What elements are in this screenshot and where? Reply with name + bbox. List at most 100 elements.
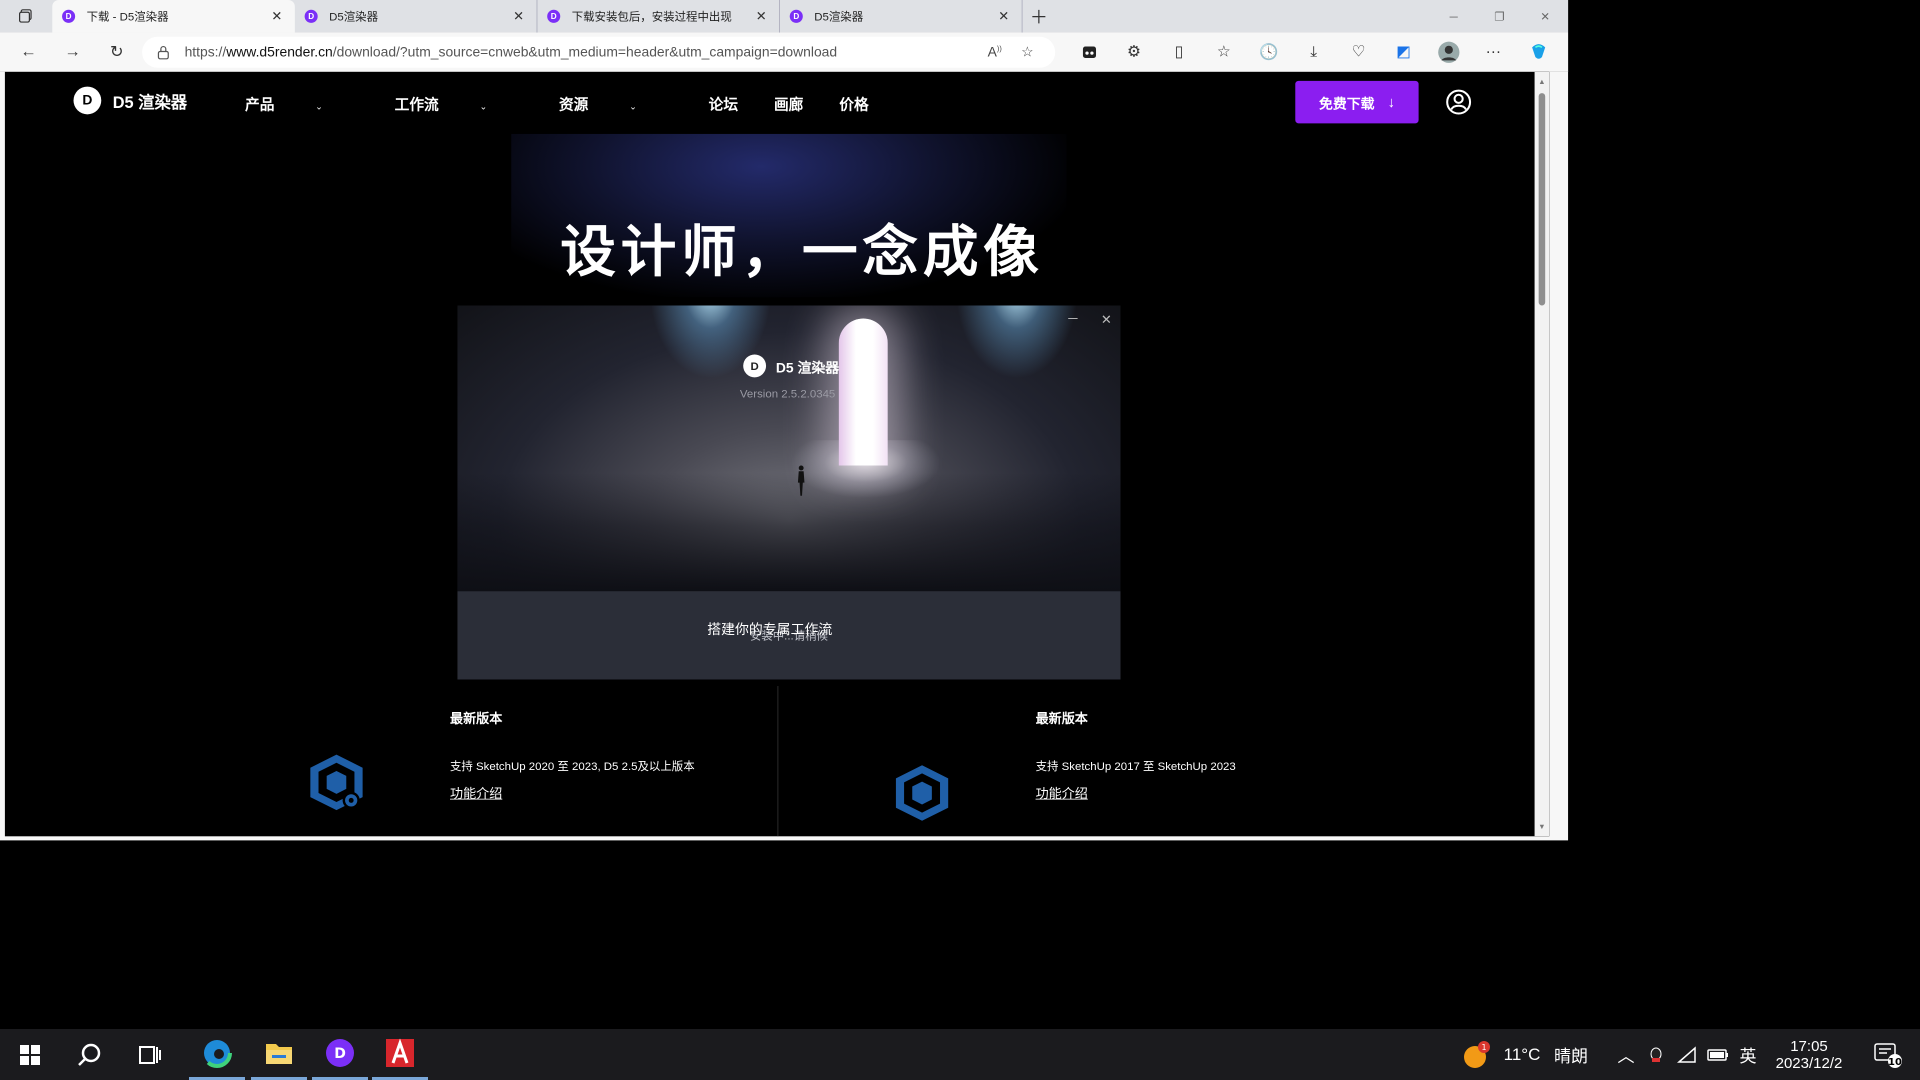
installer-splash-image <box>457 305 1121 592</box>
weather-icon[interactable]: 1 <box>1460 1029 1492 1080</box>
d5-app-icon[interactable]: D <box>312 1029 368 1080</box>
window-close-icon[interactable]: ✕ <box>1522 0 1568 33</box>
security-icon[interactable] <box>1645 1029 1667 1080</box>
page-content: D D5 渲染器 产品 ⌄ 工作流 ⌄ 资源 ⌄ 论坛 画廊 价格 免费下载 ↓ 设计… <box>4 71 1550 837</box>
edge-bar-icon[interactable]: ◩ <box>1381 32 1426 71</box>
browser-window: D 下载 - D5渲染器 ✕ D D5渲染器 ✕ D 下载安装包后，安装过程中出… <box>0 0 1569 841</box>
restore-icon[interactable]: ❐ <box>1477 0 1523 33</box>
d5-favicon-icon: D <box>789 9 803 23</box>
more-icon[interactable]: ··· <box>1471 32 1516 71</box>
back-icon[interactable]: ← <box>7 32 51 71</box>
close-icon[interactable]: ✕ <box>510 8 526 24</box>
battery-icon[interactable] <box>1705 1029 1731 1080</box>
free-download-button[interactable]: 免费下载 ↓ <box>1295 80 1419 124</box>
minimize-icon[interactable]: ─ <box>1431 0 1477 33</box>
tab-d5render[interactable]: D D5渲染器 ✕ <box>295 0 538 33</box>
walking-figure <box>797 465 805 496</box>
tab-title: D5渲染器 <box>814 9 864 23</box>
weather-condition[interactable]: 晴朗 <box>1550 1029 1592 1080</box>
network-icon[interactable] <box>1675 1029 1699 1080</box>
installer-version: Version 2.5.2.0345 <box>739 387 836 401</box>
tab-d5render-2[interactable]: D D5渲染器 ✕ <box>780 0 1023 33</box>
clock[interactable]: 17:05 2023/12/2 <box>1764 1029 1854 1080</box>
time: 17:05 <box>1790 1037 1828 1055</box>
latest-version-label: 最新版本 <box>1035 712 1088 727</box>
window-controls: ─ ❐ ✕ <box>1431 0 1568 33</box>
close-icon[interactable]: ✕ <box>1101 312 1112 328</box>
ground <box>457 472 1121 592</box>
profile-avatar-icon[interactable] <box>1426 32 1471 71</box>
glowing-door <box>838 318 888 466</box>
workspaces-icon[interactable] <box>0 0 52 33</box>
support-text: 支持 SketchUp 2017 至 SketchUp 2023 <box>1035 759 1236 773</box>
site-nav: 产品 ⌄ 工作流 ⌄ 资源 ⌄ 论坛 画廊 价格 <box>245 93 905 114</box>
site-logo-text: D5 渲染器 <box>112 93 188 112</box>
address-bar[interactable]: https://www.d5render.cn/download/?utm_so… <box>142 36 1056 68</box>
user-icon[interactable] <box>1446 89 1472 115</box>
copilot-icon[interactable] <box>1516 32 1561 71</box>
tab-download[interactable]: D 下载 - D5渲染器 ✕ <box>52 0 295 33</box>
refresh-icon[interactable]: ↻ <box>95 32 139 71</box>
forward-icon[interactable]: → <box>51 32 95 71</box>
search-icon[interactable] <box>62 1029 118 1080</box>
performance-icon[interactable]: ♡ <box>1336 32 1381 71</box>
toolbar-icons: ⚙ ▯ ☆ 🕓 ⤓ ♡ ◩ ··· <box>1067 32 1561 71</box>
close-icon[interactable]: ✕ <box>269 8 285 24</box>
tab-title: D5渲染器 <box>329 9 379 23</box>
weather-temp[interactable]: 11°C <box>1500 1029 1544 1080</box>
support-text: 支持 SketchUp 2020 至 2023, D5 2.5及以上版本 <box>450 759 695 773</box>
nav-item-forum[interactable]: 论坛 <box>709 93 738 114</box>
url-text[interactable]: https://www.d5render.cn/download/?utm_so… <box>185 44 979 60</box>
page-scrollbar[interactable]: ▲ ▼ <box>1534 71 1550 837</box>
minimize-icon[interactable]: ─ <box>1068 312 1077 327</box>
scroll-down-icon[interactable]: ▼ <box>1535 818 1550 834</box>
weather-badge: 1 <box>1481 1043 1486 1052</box>
edge-icon[interactable] <box>189 1029 245 1080</box>
favorite-star-icon[interactable]: ☆ <box>1011 44 1044 60</box>
puzzle-icon[interactable]: ⚙ <box>1112 32 1157 71</box>
windows-icon[interactable] <box>0 1029 60 1080</box>
feature-link[interactable]: 功能介绍 <box>1036 782 1088 802</box>
nav-item-pricing[interactable]: 价格 <box>839 93 868 114</box>
site-logo[interactable]: D D5 渲染器 <box>73 86 188 115</box>
download-arrow-icon: ↓ <box>1387 93 1395 110</box>
close-icon[interactable]: ✕ <box>753 8 769 24</box>
divider <box>777 686 779 837</box>
tab-title: 下载安装包后，安装过程中出现 <box>571 9 732 23</box>
scrollbar-thumb[interactable] <box>1538 93 1546 306</box>
nav-item-gallery[interactable]: 画廊 <box>774 93 803 114</box>
new-tab-icon[interactable]: ＋ <box>1023 0 1056 33</box>
tab-install-faq[interactable]: D 下载安装包后，安装过程中出现 ✕ <box>537 0 780 33</box>
date: 2023/12/2 <box>1775 1054 1843 1072</box>
d5-logo-icon: D <box>743 354 767 378</box>
url-domain: www.d5render.cn <box>226 43 333 60</box>
tray-up-icon[interactable]: ︿ <box>1615 1029 1637 1080</box>
close-icon[interactable]: ✕ <box>996 8 1012 24</box>
notification-icon[interactable]: 10 <box>1868 1029 1908 1080</box>
autocad-icon[interactable] <box>372 1029 428 1080</box>
lock-icon[interactable] <box>154 45 174 60</box>
nav-item-resources[interactable]: 资源 ⌄ <box>559 93 673 114</box>
nav-item-workflow[interactable]: 工作流 ⌄ <box>395 93 523 114</box>
sketchup-icon <box>310 754 363 811</box>
scroll-up-icon[interactable]: ▲ <box>1535 74 1550 90</box>
nav-item-product[interactable]: 产品 ⌄ <box>245 93 359 114</box>
installer-logo: D D5 渲染器 <box>743 354 840 378</box>
feature-link[interactable]: 功能介绍 <box>450 782 502 802</box>
split-screen-icon[interactable]: ▯ <box>1156 32 1201 71</box>
d5-logo-icon: D <box>73 86 102 115</box>
lamp-light <box>955 305 1079 379</box>
d5-favicon-icon: D <box>547 9 561 23</box>
ime-indicator[interactable]: 英 <box>1735 1029 1761 1080</box>
nav-label: 资源 <box>558 96 589 113</box>
task-view-icon[interactable] <box>124 1029 176 1080</box>
d5-favicon-icon: D <box>62 9 76 23</box>
installer-logo-text: D5 渲染器 <box>775 359 840 376</box>
extension-icon[interactable] <box>1067 32 1112 71</box>
read-aloud-icon[interactable]: A)) <box>978 44 1011 60</box>
url-path: /download/?utm_source=cnweb&utm_medium=h… <box>332 43 838 60</box>
favorites-icon[interactable]: ☆ <box>1201 32 1246 71</box>
download-icon[interactable]: ⤓ <box>1291 32 1336 71</box>
file-explorer-icon[interactable] <box>251 1029 307 1080</box>
history-icon[interactable]: 🕓 <box>1246 32 1291 71</box>
